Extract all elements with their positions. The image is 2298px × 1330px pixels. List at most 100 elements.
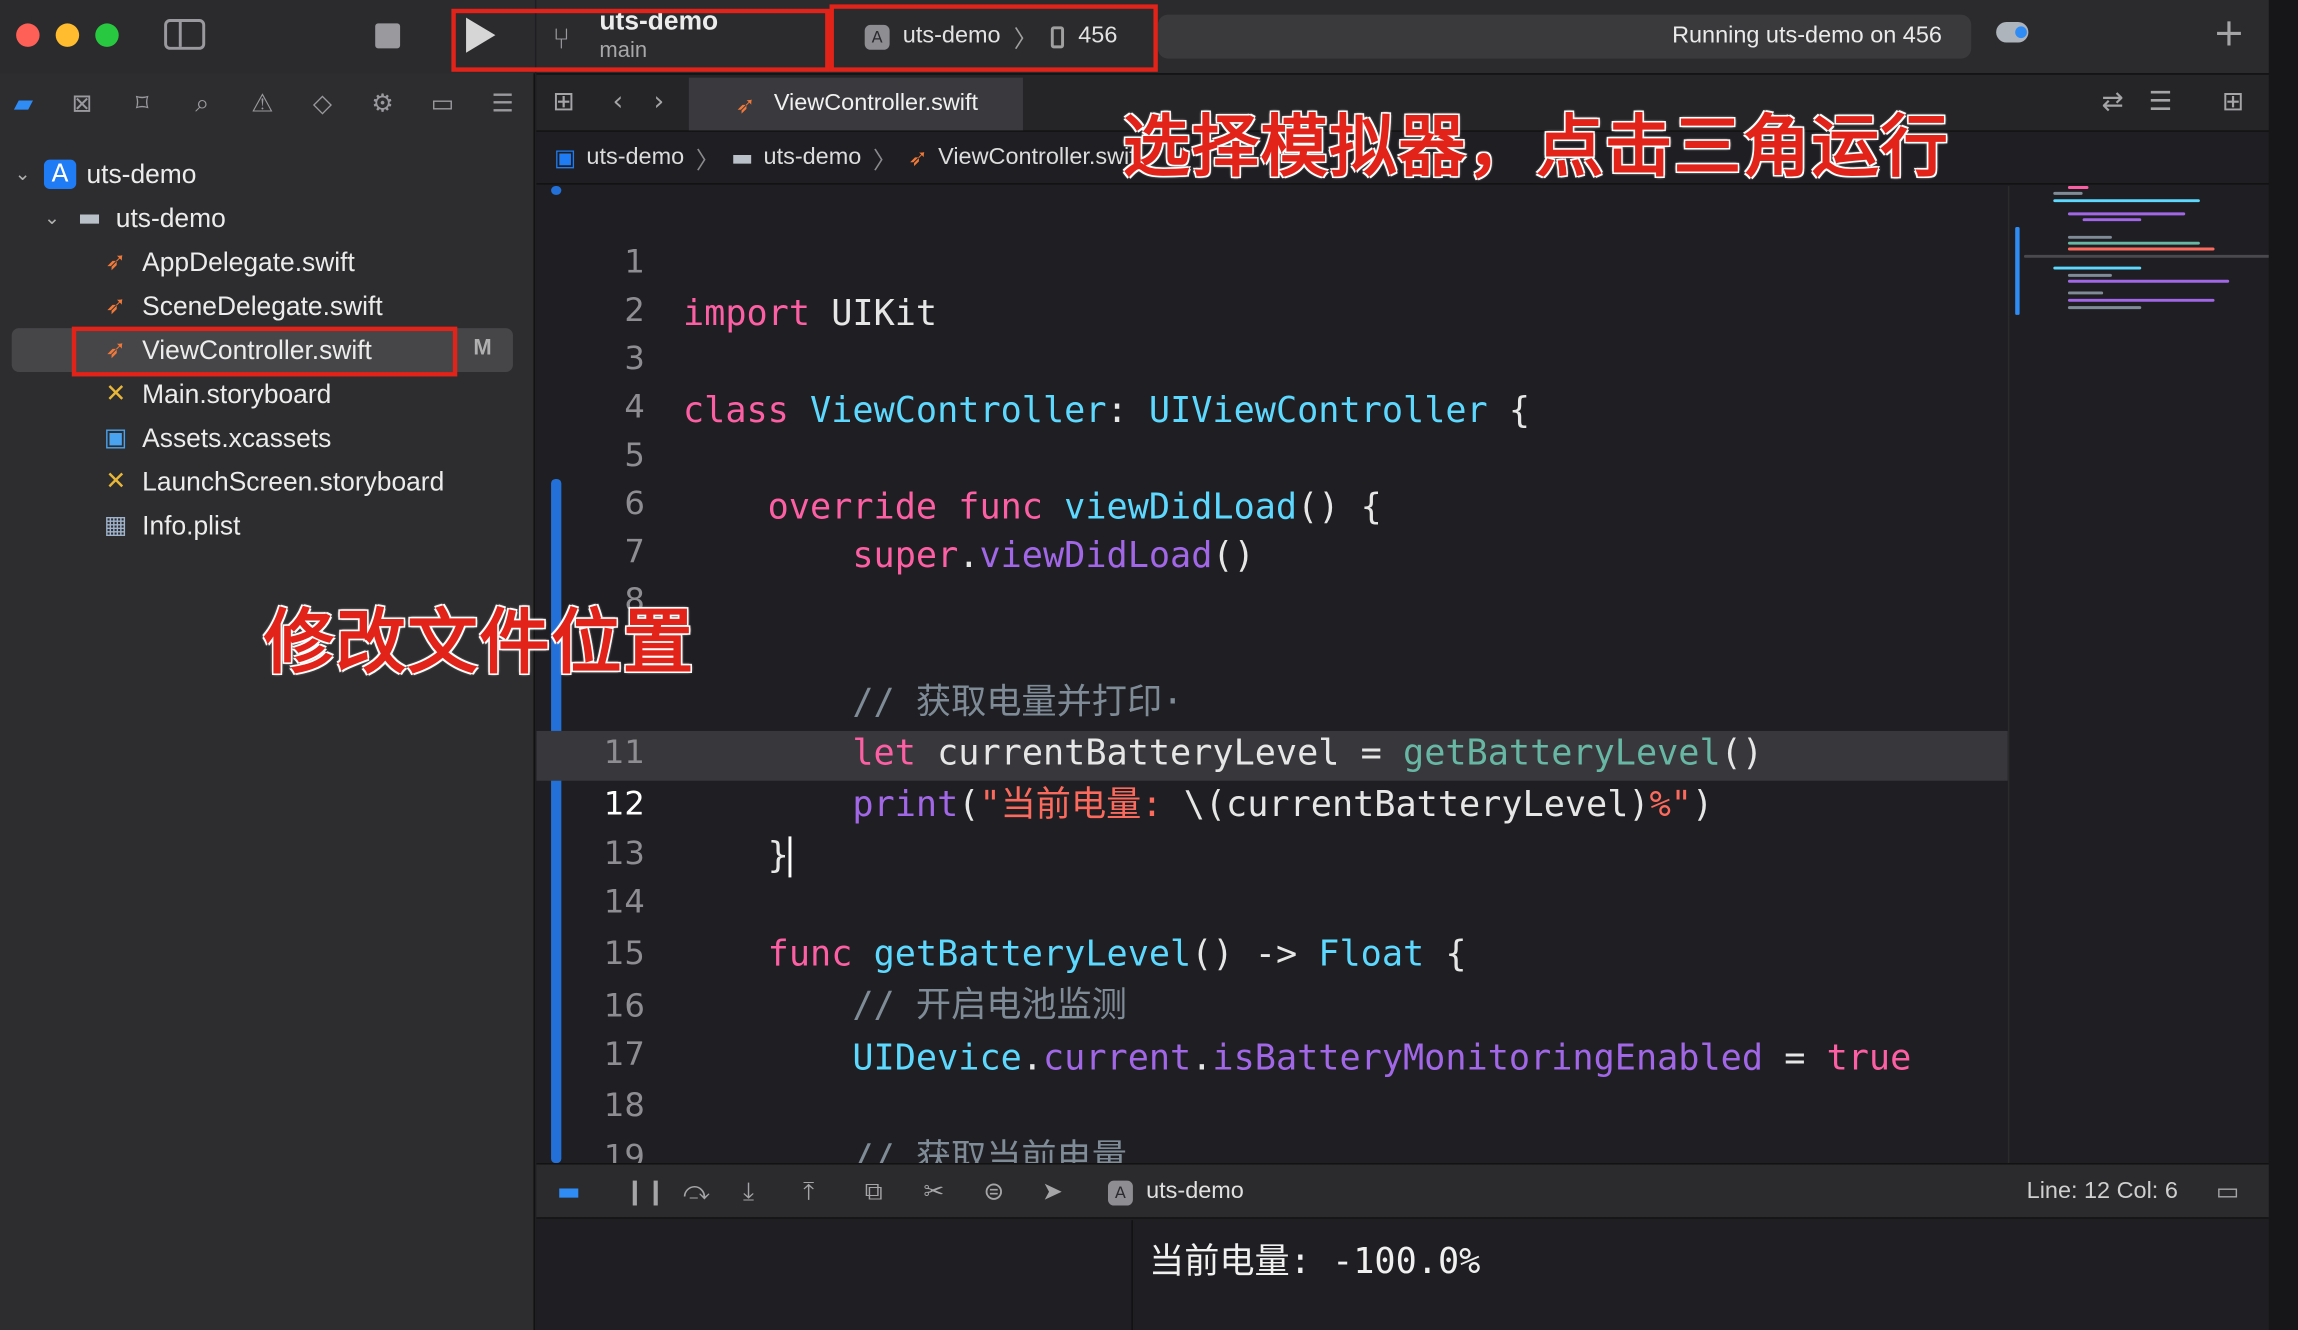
minimap-mark (2023, 254, 2271, 258)
variables-view[interactable] (536, 1220, 1133, 1330)
breadcrumb-label: uts-demo (763, 144, 862, 170)
close-window-button[interactable] (16, 23, 40, 47)
source-editor[interactable]: 1 import UIKit 2 3 class ViewController:… (536, 186, 2008, 1164)
plist-icon: ▦ (104, 511, 128, 541)
breadcrumb-file[interactable]: ➶ ViewController.swift (908, 144, 1142, 172)
minimap-mark (2082, 218, 2142, 222)
debug-target-label: uts-demo (1146, 1179, 1244, 1205)
code-line: 15 // 开启电池监测 (536, 880, 2007, 1025)
folder-icon: ▬ (77, 203, 102, 233)
sidebar-toggle-icon[interactable] (164, 19, 206, 50)
tree-item-file[interactable]: ➶ SceneDelegate.swift (100, 284, 383, 328)
window-edge (2268, 0, 2298, 1330)
annotation-text-left: 修改文件位置 (263, 602, 695, 685)
add-editor-icon[interactable]: ⊞ (2222, 86, 2244, 117)
code-line: 7 (536, 479, 2007, 572)
chevron-down-icon[interactable]: ⌄ (15, 163, 36, 185)
minimap-mark (2067, 235, 2112, 239)
minimap-mark (2067, 298, 2215, 302)
hide-debug-area-icon[interactable]: ▭ (2216, 1178, 2240, 1207)
zoom-window-button[interactable] (95, 23, 119, 47)
tab-viewcontroller[interactable]: ➶ ViewController.swift (688, 77, 1023, 131)
back-icon[interactable]: ‹ (613, 86, 624, 117)
step-into-icon[interactable]: ⤓ (743, 1178, 754, 1207)
code-line-current: 12 } (536, 731, 2007, 878)
source-control-icon[interactable]: ⊠ (66, 88, 98, 120)
stop-icon[interactable] (375, 23, 401, 49)
swap-icon[interactable]: ⇄ (2102, 86, 2124, 117)
search-icon[interactable]: ⌕ (186, 88, 218, 120)
code-line: 6 super.viewDidLoad() (536, 431, 2007, 575)
assets-icon: ▣ (104, 423, 128, 453)
minimap-mark (2067, 273, 2112, 277)
inspector-icon[interactable]: ☰ (2149, 86, 2173, 117)
navigator-selector-bar: ▰ ⊠ ⌑ ⌕ ⚠ ◇ ⚙ ▭ ☰ (0, 79, 535, 126)
modified-badge: M (473, 335, 492, 361)
view-hierarchy-icon[interactable]: ⧉ (865, 1178, 883, 1207)
tree-item-label: AppDelegate.swift (142, 246, 355, 277)
tree-item-label: uts-demo (115, 202, 226, 233)
annotation-box-run (451, 8, 830, 72)
pause-icon[interactable]: ❙❙ (624, 1178, 666, 1207)
code-line: 13 (536, 781, 2007, 873)
minimap-mark (2053, 191, 2083, 195)
chevron-down-icon[interactable]: ⌄ (44, 207, 65, 229)
warning-icon[interactable]: ⚠ (246, 88, 278, 120)
debug-target[interactable]: A uts-demo (1107, 1179, 1244, 1205)
swift-file-icon: ➶ (105, 291, 127, 321)
step-over-icon[interactable]: ⤼ (683, 1178, 710, 1207)
tree-item-file[interactable]: ✕ LaunchScreen.storyboard (100, 460, 444, 504)
console-output: 当前电量: -100.0% (1149, 1240, 1481, 1282)
minimize-window-button[interactable] (55, 23, 80, 47)
tree-item-group[interactable]: ⌄ ▬ uts-demo (44, 196, 226, 240)
tree-item-label: Main.storyboard (142, 378, 332, 408)
tree-item-file[interactable]: ✕ Main.storyboard (100, 372, 332, 416)
chevron-right-icon: 〉 (873, 145, 897, 174)
tree-item-project[interactable]: ⌄ A uts-demo (15, 152, 196, 196)
minimap-mark (2067, 247, 2215, 251)
test-icon[interactable]: ◇ (306, 88, 338, 120)
bookmark-icon[interactable]: ⌑ (126, 88, 158, 120)
breadcrumb-label: ViewController.swift (938, 144, 1143, 170)
minimap-mark (2067, 212, 2186, 216)
grid-icon[interactable]: ⊞ (553, 86, 575, 117)
tab-label: ViewController.swift (773, 90, 979, 116)
breakpoint-icon[interactable]: ▭ (426, 88, 458, 120)
code-line: 18 // 获取当前电量 (536, 1033, 2007, 1163)
minimap-mark (2067, 241, 2200, 245)
environment-icon[interactable]: ⊜ (983, 1178, 1004, 1207)
console-view[interactable]: 当前电量: -100.0% (1134, 1220, 2269, 1330)
code-line: 14 func getBatteryLevel() -> Float { (536, 829, 2007, 974)
swift-file-icon: ➶ (908, 143, 928, 172)
add-icon[interactable]: + (2213, 12, 2245, 56)
tree-item-file[interactable]: ➶ AppDelegate.swift (100, 240, 355, 284)
step-out-icon[interactable]: ⤒ (803, 1178, 814, 1207)
code-line: 19 let batteryLevel = UIDevice.current.b… (536, 1084, 2007, 1163)
code-line: 3 class ViewController: UIViewController… (536, 286, 2007, 430)
tree-item-file[interactable]: ▣ Assets.xcassets (100, 416, 331, 460)
location-icon[interactable]: ➤ (1042, 1178, 1063, 1207)
minimap-mark (2067, 279, 2230, 283)
tree-item-label: SceneDelegate.swift (142, 290, 383, 321)
report-icon[interactable]: ☰ (487, 88, 519, 120)
storyboard-icon: ✕ (105, 467, 127, 497)
minimap[interactable] (2007, 186, 2271, 1164)
debug-icon[interactable]: ⚙ (366, 88, 398, 120)
storyboard-icon: ✕ (105, 379, 127, 409)
minimap-viewport (2015, 227, 2020, 315)
xcode-project-icon: ▣ (553, 143, 577, 172)
swift-file-icon: ➶ (105, 247, 127, 277)
tree-item-label: Info.plist (142, 510, 241, 540)
minimap-mark (2067, 186, 2089, 189)
breakpoints-toggle-icon[interactable]: ▬ (557, 1178, 581, 1207)
code-line: 8 (536, 527, 2007, 620)
tree-item-file[interactable]: ▦ Info.plist (100, 504, 241, 548)
breadcrumb-project[interactable]: ▣ uts-demo (554, 144, 684, 172)
annotation-box-destination (829, 4, 1158, 72)
minimap-mark (2053, 266, 2142, 270)
forward-icon[interactable]: › (654, 86, 665, 117)
folder-navigator-icon[interactable]: ▰ (7, 88, 39, 120)
memory-graph-icon[interactable]: ✂ (923, 1178, 944, 1207)
breadcrumb-group[interactable]: ▬ uts-demo (731, 144, 861, 172)
code-line: 4 (536, 334, 2007, 427)
